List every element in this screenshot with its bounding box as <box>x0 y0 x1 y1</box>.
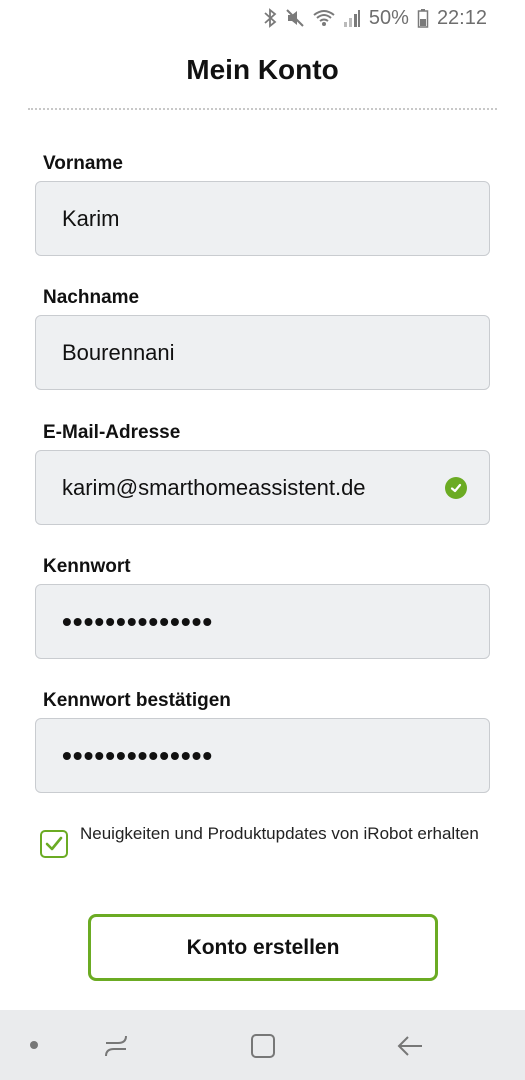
mute-icon <box>285 8 305 28</box>
battery-percent: 50% <box>368 6 409 29</box>
nav-indicator-dot <box>30 1041 38 1049</box>
recent-apps-icon[interactable] <box>98 1028 134 1064</box>
system-nav-bar <box>0 1010 525 1080</box>
back-icon[interactable] <box>392 1028 428 1064</box>
last-name-label: Nachname <box>43 287 140 308</box>
email-field[interactable]: karim@smarthomeassistent.de <box>35 450 490 525</box>
create-account-button[interactable]: Konto erstellen <box>88 914 438 981</box>
header-divider <box>28 108 497 110</box>
first-name-label: Vorname <box>43 153 123 174</box>
page-title: Mein Konto <box>186 54 339 85</box>
password-value: •••••••••••••• <box>62 607 214 636</box>
bluetooth-icon <box>263 8 277 28</box>
newsletter-checkbox[interactable] <box>40 830 68 858</box>
last-name-value: Bourennani <box>62 339 175 365</box>
status-bar: 50% 22:12 <box>0 0 525 36</box>
email-label: E-Mail-Adresse <box>43 422 181 443</box>
signal-icon <box>343 8 361 28</box>
password-confirm-label: Kennwort bestätigen <box>43 690 231 711</box>
first-name-value: Karim <box>62 205 120 231</box>
password-field[interactable]: •••••••••••••• <box>35 584 490 659</box>
newsletter-option: Neuigkeiten und Produktupdates von iRobo… <box>40 822 490 858</box>
first-name-field[interactable]: Karim <box>35 181 490 256</box>
password-confirm-value: •••••••••••••• <box>62 741 214 770</box>
newsletter-label: Neuigkeiten und Produktupdates von iRobo… <box>80 824 479 843</box>
wifi-icon <box>313 8 335 28</box>
password-confirm-field[interactable]: •••••••••••••• <box>35 718 490 793</box>
status-time: 22:12 <box>436 6 487 29</box>
checkmark-icon <box>45 836 63 851</box>
email-valid-check-icon <box>445 476 467 499</box>
last-name-field[interactable]: Bourennani <box>35 315 490 390</box>
battery-icon <box>417 8 429 28</box>
home-icon[interactable] <box>245 1028 281 1064</box>
password-label: Kennwort <box>43 556 131 577</box>
email-value: karim@smarthomeassistent.de <box>62 474 366 500</box>
